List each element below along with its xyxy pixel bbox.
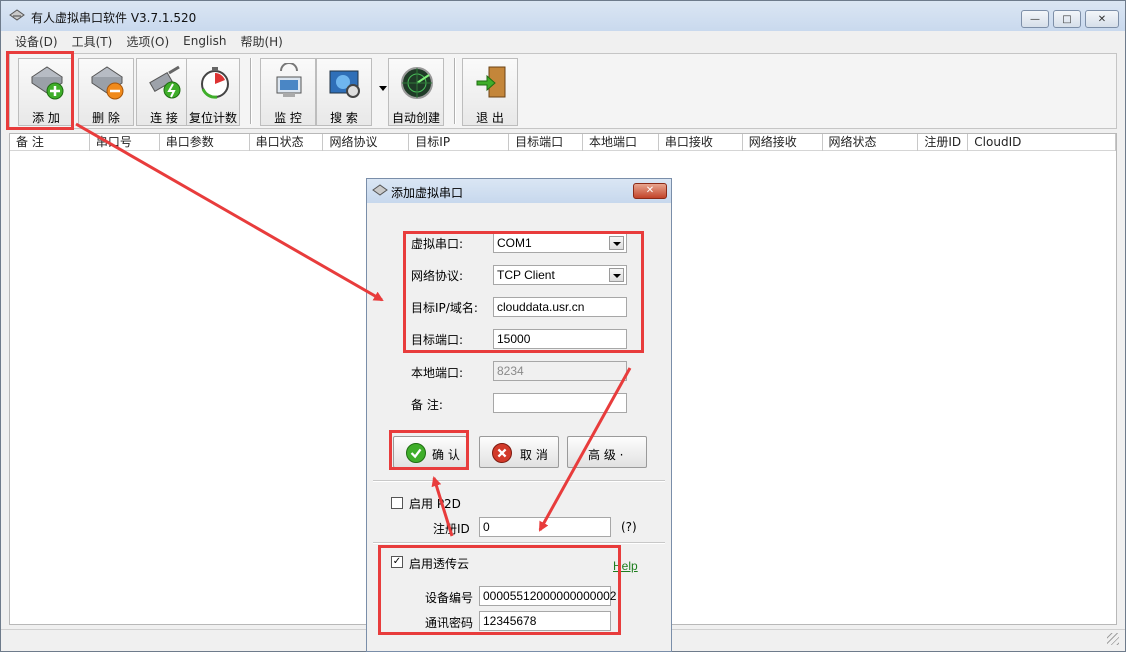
title-bar: 有人虚拟串口软件 V3.7.1.520 — □ ✕ — [1, 1, 1125, 31]
auto-create-label: 自动创建 — [391, 111, 440, 125]
advanced-label: 高 级 · — [588, 448, 624, 462]
menu-help[interactable]: 帮助(H) — [240, 33, 282, 50]
local-port-input: 8234 — [493, 361, 627, 381]
virtual-port-value: COM1 — [497, 236, 532, 250]
virtual-port-label: 虚拟串口: — [411, 237, 464, 251]
device-no-input[interactable]: 00005512000000000002 — [479, 586, 616, 606]
menu-device[interactable]: 设备(D) — [15, 33, 58, 50]
delete-button[interactable]: 删 除 — [78, 58, 134, 126]
exit-button[interactable]: 退 出 — [462, 58, 518, 126]
remark-input[interactable] — [493, 393, 627, 413]
close-button[interactable]: ✕ — [1085, 10, 1119, 28]
monitor-icon — [276, 63, 302, 97]
advanced-button[interactable]: 高 级 · — [567, 436, 647, 468]
col-cloud-id[interactable]: CloudID — [968, 134, 1117, 151]
app-icon — [9, 9, 25, 21]
menu-bar: 设备(D) 工具(T) 选项(O) English 帮助(H) — [1, 31, 1125, 51]
col-target-port[interactable]: 目标端口 — [509, 134, 583, 151]
menu-tools[interactable]: 工具(T) — [72, 33, 113, 50]
col-net-recv[interactable]: 网络接收 — [743, 134, 823, 151]
password-label: 通讯密码 — [425, 616, 474, 630]
window-title: 有人虚拟串口软件 V3.7.1.520 — [31, 11, 197, 25]
reg-id-help[interactable]: (?) — [621, 520, 637, 534]
dialog-app-icon — [372, 184, 388, 196]
target-port-label: 目标端口: — [411, 333, 464, 347]
search-dropdown-arrow[interactable] — [379, 86, 387, 91]
minimize-button[interactable]: — — [1021, 10, 1049, 28]
help-link[interactable]: Help — [613, 559, 638, 573]
add-virtual-port-dialog: 添加虚拟串口 ✕ 虚拟串口: COM1 网络协议: TCP Client 目标I… — [366, 178, 672, 652]
exit-label: 退 出 — [476, 111, 504, 125]
menu-options[interactable]: 选项(O) — [126, 33, 169, 50]
col-remark[interactable]: 备 注 — [10, 134, 90, 151]
col-target-ip[interactable]: 目标IP — [409, 134, 510, 151]
resize-grip[interactable] — [1107, 633, 1119, 645]
search-label: 搜 索 — [330, 111, 358, 125]
connect-label: 连 接 — [150, 111, 178, 125]
divider — [373, 480, 665, 482]
chevron-down-icon[interactable] — [609, 236, 624, 250]
divider — [373, 542, 665, 544]
target-ip-label: 目标IP/域名: — [411, 301, 478, 315]
reset-count-label: 复位计数 — [188, 111, 237, 125]
dialog-title-bar: 添加虚拟串口 ✕ — [367, 179, 671, 203]
search-button[interactable]: 搜 索 — [316, 58, 372, 126]
reg-id-label: 注册ID — [433, 522, 470, 536]
virtual-port-select[interactable]: COM1 — [493, 233, 627, 253]
monitor-button[interactable]: 监 控 — [260, 58, 316, 126]
dialog-close-button[interactable]: ✕ — [633, 183, 667, 199]
exit-door-icon — [476, 66, 506, 98]
cancel-label: 取 消 — [520, 448, 548, 462]
target-port-input[interactable]: 15000 — [493, 329, 627, 349]
reset-count-button[interactable]: 复位计数 — [186, 58, 240, 126]
search-network-icon — [329, 70, 360, 98]
cloud-checkbox[interactable]: ✓ — [391, 556, 403, 568]
connect-icon — [149, 65, 181, 99]
add-button[interactable]: 添 加 — [18, 58, 74, 126]
local-port-label: 本地端口: — [411, 366, 464, 380]
reset-timer-icon — [201, 67, 229, 99]
col-reg-id[interactable]: 注册ID — [918, 134, 969, 151]
table-header: 备 注 串口号 串口参数 串口状态 网络协议 目标IP 目标端口 本地端口 串口… — [10, 134, 1117, 151]
p2d-checkbox[interactable] — [391, 497, 403, 509]
chevron-down-icon[interactable] — [609, 268, 624, 282]
toolbar-separator — [454, 58, 456, 124]
dialog-title: 添加虚拟串口 — [391, 186, 464, 200]
col-port-params[interactable]: 串口参数 — [160, 134, 250, 151]
confirm-button[interactable]: 确 认 — [393, 436, 467, 468]
add-port-icon — [31, 66, 64, 100]
col-port-no[interactable]: 串口号 — [90, 134, 160, 151]
add-label: 添 加 — [32, 111, 60, 125]
col-protocol[interactable]: 网络协议 — [323, 134, 410, 151]
radar-icon — [401, 67, 433, 99]
p2d-label: 启用 P2D — [409, 497, 461, 511]
protocol-value: TCP Client — [497, 268, 555, 282]
target-ip-input[interactable]: clouddata.usr.cn — [493, 297, 627, 317]
protocol-select[interactable]: TCP Client — [493, 265, 627, 285]
toolbar: 添 加 删 除 连 接 复位计数 监 控 搜 索 自动创建 退 出 — [9, 53, 1117, 129]
check-icon — [406, 443, 426, 463]
col-port-status[interactable]: 串口状态 — [250, 134, 324, 151]
col-port-recv[interactable]: 串口接收 — [659, 134, 743, 151]
maximize-button[interactable]: □ — [1053, 10, 1081, 28]
confirm-label: 确 认 — [432, 448, 460, 462]
cancel-x-icon — [492, 443, 512, 463]
cancel-button[interactable]: 取 消 — [479, 436, 559, 468]
protocol-label: 网络协议: — [411, 269, 464, 283]
password-input[interactable]: 12345678 — [479, 611, 611, 631]
delete-label: 删 除 — [92, 111, 120, 125]
monitor-label: 监 控 — [274, 111, 302, 125]
reg-id-input[interactable]: 0 — [479, 517, 611, 537]
delete-port-icon — [91, 66, 124, 100]
toolbar-separator — [250, 58, 252, 124]
menu-english[interactable]: English — [183, 34, 226, 48]
remark-label: 备 注: — [411, 398, 443, 412]
cloud-label: 启用透传云 — [409, 557, 470, 571]
auto-create-button[interactable]: 自动创建 — [388, 58, 444, 126]
connect-button[interactable]: 连 接 — [136, 58, 192, 126]
col-net-status[interactable]: 网络状态 — [823, 134, 919, 151]
device-no-label: 设备编号 — [425, 591, 474, 605]
col-local-port[interactable]: 本地端口 — [583, 134, 659, 151]
